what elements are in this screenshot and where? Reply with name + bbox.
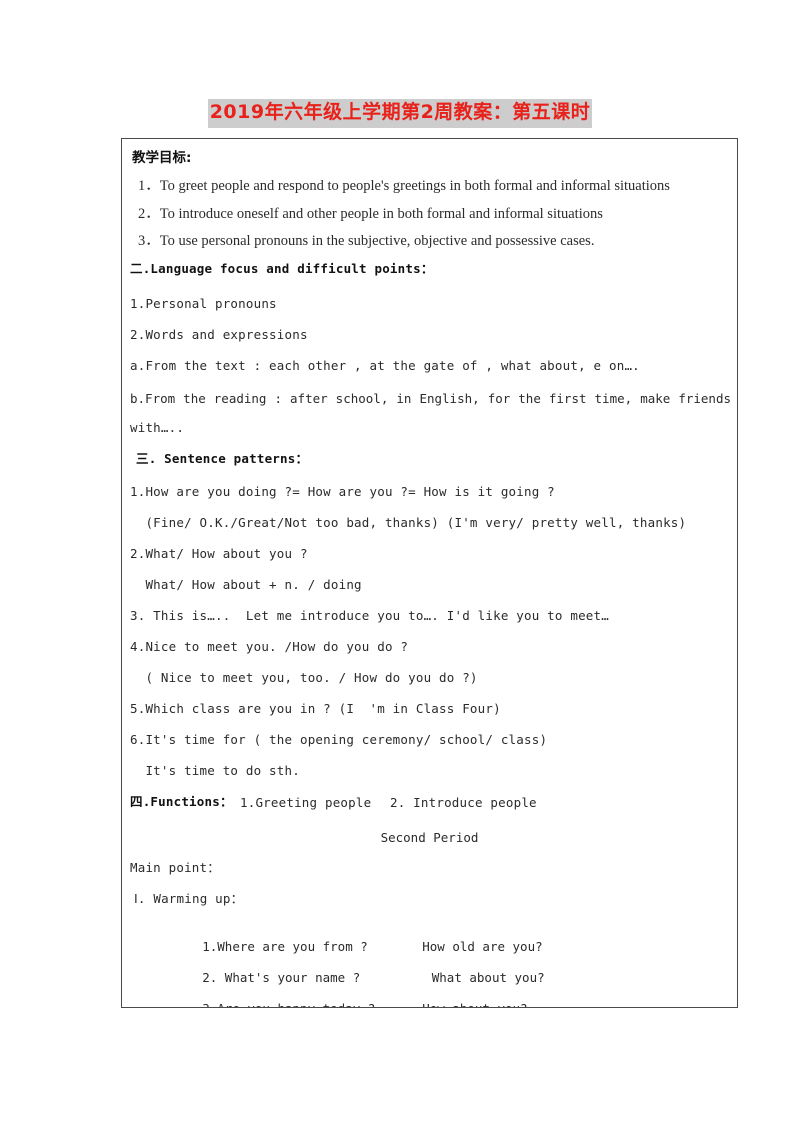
sentence-pattern-line: ( Nice to meet you, too. / How do you do… — [130, 670, 478, 685]
warming-up-question-left: 1.Where are you from ? — [202, 939, 368, 954]
sentence-pattern-line: 6.It's time for ( the opening ceremony/ … — [130, 732, 548, 747]
item-b-word: reading — [213, 391, 267, 406]
sentence-pattern-line: It's time to do sth. — [130, 763, 300, 778]
item-b-word: school, — [335, 391, 389, 406]
page-title: 2019年六年级上学期第2周教案：第五课时 — [0, 99, 800, 128]
item-b-word: the — [518, 391, 541, 406]
warming-up-question-right: How about you? — [422, 1001, 527, 1007]
item-b-word: for — [487, 391, 511, 406]
item-b-word: time, — [594, 391, 633, 406]
warming-up-question-left: 2. What's your name ? — [202, 970, 361, 985]
objective-item-3: 3．To use personal pronouns in the subjec… — [138, 233, 595, 249]
page-title-text: 2019年六年级上学期第2周教案：第五课时 — [207, 99, 593, 128]
sentence-pattern-line: 3. This is….. Let me introduce you to…. … — [130, 608, 609, 623]
sentence-patterns-heading: 三. Sentence patterns： — [136, 451, 309, 466]
language-focus-item-b-continued: with….. — [130, 420, 185, 435]
sentence-pattern-line: 5.Which class are you in ? (I 'm in Clas… — [130, 701, 501, 716]
functions-item-2: 2. Introduce people — [390, 795, 537, 810]
warming-up-label: Ⅰ. Warming up： — [134, 891, 244, 906]
objective-item-1: 1．To greet people and respond to people'… — [138, 178, 670, 194]
main-point-label: Main point： — [130, 860, 220, 875]
language-focus-heading: 二.Language focus and difficult points： — [130, 261, 434, 276]
sentence-pattern-line: What/ How about + n. / doing — [130, 577, 362, 592]
lesson-plan-content-box: 教学目标: 1．To greet people and respond to p… — [121, 138, 738, 1008]
sentence-pattern-line: 2.What/ How about you ? — [130, 546, 308, 561]
language-focus-item-a: a.From the text : each other , at the ga… — [130, 358, 640, 373]
warming-up-question-left: 3.Are you happy today ? — [202, 1001, 422, 1007]
language-focus-item-1: 1.Personal pronouns — [130, 296, 277, 311]
functions-heading: 四.Functions： — [130, 794, 233, 809]
item-b-word: friends — [678, 391, 731, 406]
warming-up-question-right: What about you? — [424, 970, 545, 985]
sentence-pattern-line: (Fine/ O.K./Great/Not too bad, thanks) (… — [130, 515, 687, 530]
document-page: 2019年六年级上学期第2周教案：第五课时 教学目标: 1．To greet p… — [0, 0, 800, 1132]
item-b-word: English, — [419, 391, 480, 406]
warming-up-question-right: How old are you? — [422, 939, 543, 954]
language-focus-item-b: b.From the reading : after school, in En… — [130, 391, 731, 406]
warming-up-question-row: 3.Are you happy today ?How about you? — [142, 986, 527, 1007]
item-b-word: in — [396, 391, 412, 406]
objective-item-2: 2．To introduce oneself and other people … — [138, 206, 603, 222]
item-b-word: make — [640, 391, 671, 406]
sentence-pattern-line: 4.Nice to meet you. /How do you do ? — [130, 639, 409, 654]
functions-item-1: 1.Greeting people — [240, 795, 372, 810]
item-b-word: after — [290, 391, 328, 406]
item-b-word: first — [548, 391, 587, 406]
item-b-word: b.From — [130, 391, 176, 406]
item-b-word: : — [274, 391, 282, 406]
language-focus-item-2: 2.Words and expressions — [130, 327, 308, 342]
item-b-word: the — [183, 391, 206, 406]
second-period-title: Second Period — [380, 830, 479, 845]
objectives-heading: 教学目标: — [132, 150, 192, 166]
sentence-pattern-line: 1.How are you doing ?= How are you ?= Ho… — [130, 484, 555, 499]
